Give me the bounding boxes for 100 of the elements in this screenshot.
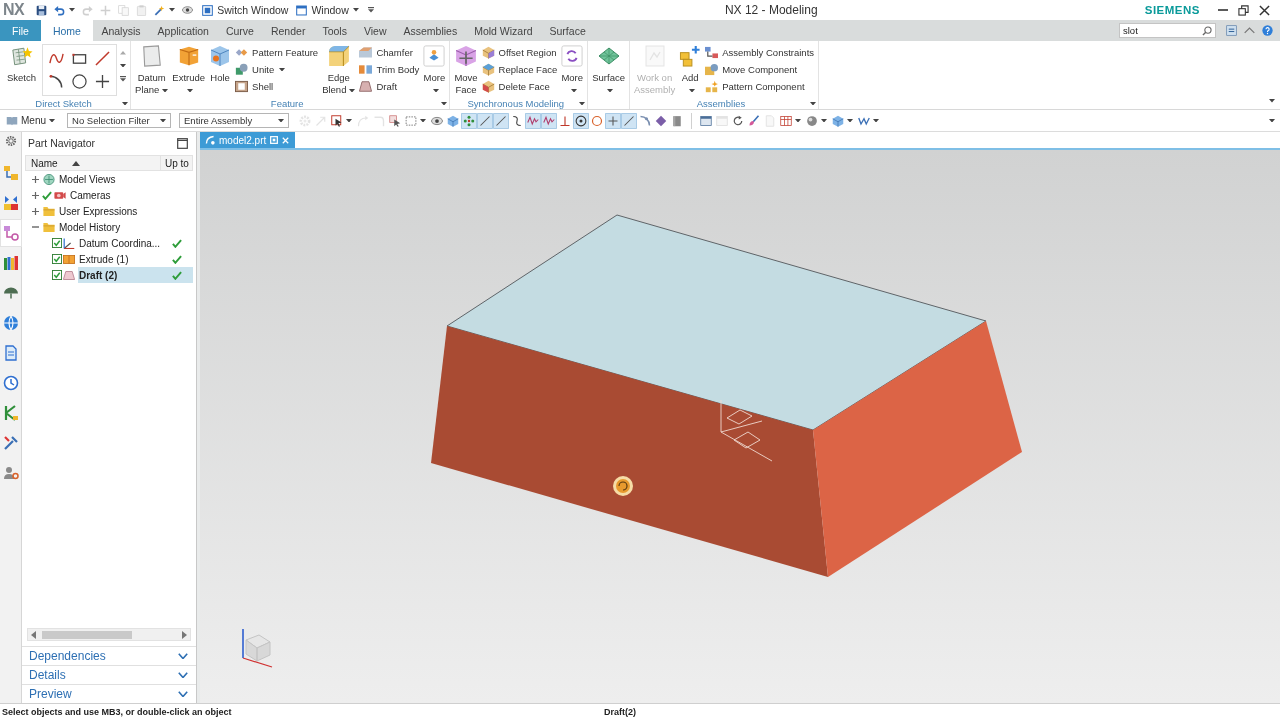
tools-icon[interactable] <box>2 435 19 451</box>
window-icon[interactable] <box>296 4 308 16</box>
globe-icon[interactable] <box>2 315 19 331</box>
restore-icon[interactable] <box>1238 4 1249 16</box>
books-icon[interactable] <box>2 255 19 271</box>
cube-face-icon[interactable] <box>481 80 495 93</box>
search-icon[interactable] <box>1202 25 1212 36</box>
caret-icon[interactable] <box>278 118 284 123</box>
tree-item[interactable]: User Expressions <box>58 203 193 219</box>
scrollbar-thumb[interactable] <box>42 630 132 639</box>
circle-icon[interactable] <box>72 74 88 89</box>
ribbon-tab[interactable]: Assemblies <box>395 20 466 41</box>
constraint-pair-icon[interactable] <box>2 195 19 211</box>
hollow-box-icon[interactable] <box>235 80 249 93</box>
search-field[interactable]: slot <box>1119 23 1216 38</box>
column-header[interactable]: Up to <box>161 155 193 171</box>
caret-icon[interactable] <box>579 101 586 106</box>
chevron-down-icon[interactable] <box>178 690 188 698</box>
expand-icon[interactable] <box>32 207 39 215</box>
eye-icon[interactable] <box>182 6 194 14</box>
caret-icon[interactable] <box>570 88 577 93</box>
small-shapes-icon[interactable] <box>423 45 446 67</box>
caret-icon[interactable] <box>169 8 176 12</box>
chevron-down-icon[interactable] <box>178 671 188 679</box>
caret-icon[interactable] <box>810 101 817 106</box>
ribbon-button[interactable]: Add <box>677 43 704 96</box>
panel-header[interactable]: Details <box>22 665 196 684</box>
caret-icon[interactable] <box>349 88 356 93</box>
magic-wand-icon[interactable] <box>154 4 166 16</box>
tree-item[interactable]: Draft (2) <box>78 267 193 283</box>
part-icon[interactable] <box>205 135 215 145</box>
ribbon-button[interactable]: Move Face <box>452 43 480 96</box>
command-button[interactable]: Move Component <box>703 61 817 78</box>
rectangle-icon[interactable] <box>72 51 88 66</box>
ribbon-button[interactable]: Datum Plane <box>133 43 171 96</box>
caret-icon[interactable] <box>352 8 359 12</box>
ribbon-tab[interactable]: Curve <box>217 20 263 41</box>
component-icon[interactable] <box>705 63 719 76</box>
bar-caret-icon[interactable] <box>367 7 374 13</box>
help-icon[interactable] <box>1262 25 1273 36</box>
caret-icon[interactable] <box>279 67 286 72</box>
command-button[interactable]: Chamfer <box>357 44 422 61</box>
command-button[interactable]: Shell <box>233 78 321 95</box>
caret-icon[interactable] <box>441 101 448 106</box>
person-gear-icon[interactable] <box>2 465 19 481</box>
caret-icon[interactable] <box>432 88 439 93</box>
expand-icon[interactable] <box>32 191 39 199</box>
chevron-up-icon[interactable] <box>1244 27 1255 34</box>
tapered-block-icon[interactable] <box>359 80 373 93</box>
cube-arrows-icon[interactable] <box>455 45 477 67</box>
arrow-right-icon[interactable] <box>182 630 187 639</box>
checkbox[interactable] <box>52 270 62 280</box>
ribbon-tab[interactable]: Mold Wizard <box>465 20 542 41</box>
line-icon[interactable] <box>621 112 637 129</box>
selection-filter-dropdown[interactable]: No Selection Filter <box>67 113 171 128</box>
caret-icon[interactable] <box>120 63 127 68</box>
ribbon-tab[interactable]: Tools <box>313 20 356 41</box>
caret-icon[interactable] <box>873 118 879 123</box>
sketch-sheet-icon[interactable] <box>10 45 33 67</box>
snap-points-icon[interactable] <box>461 112 477 129</box>
ribbon-tab[interactable]: Application <box>149 20 218 41</box>
sort-arrow-icon[interactable] <box>71 160 80 166</box>
caret-icon[interactable] <box>162 88 169 93</box>
maximize-icon[interactable] <box>177 137 188 149</box>
caret-icon[interactable] <box>346 118 352 123</box>
close-icon[interactable] <box>1259 4 1270 16</box>
ribbon-button[interactable]: Surface <box>590 43 627 96</box>
plane-icon[interactable] <box>140 45 163 67</box>
caret-icon[interactable] <box>160 118 166 123</box>
assembly-scope-dropdown[interactable]: Entire Assembly <box>179 113 289 128</box>
checkbox[interactable] <box>52 254 62 264</box>
menu-button[interactable]: Menu <box>6 115 55 126</box>
window-menu-button[interactable]: Window <box>296 3 359 17</box>
panel-header[interactable]: Dependencies <box>22 646 196 665</box>
block-icon[interactable] <box>177 45 200 67</box>
ribbon-button[interactable]: Edge Blend <box>320 43 358 96</box>
wave-icon[interactable] <box>525 112 541 129</box>
column-header[interactable]: Name <box>25 155 161 171</box>
ribbon-tab[interactable]: Render <box>262 20 314 41</box>
caret-icon[interactable] <box>688 88 695 93</box>
caret-icon[interactable] <box>607 88 614 93</box>
clock-icon[interactable] <box>2 375 19 391</box>
chevron-down-icon[interactable] <box>178 652 188 660</box>
circular-arrows-icon[interactable] <box>561 45 584 67</box>
ribbon-tab[interactable]: Home <box>40 20 93 41</box>
square-icon[interactable] <box>270 136 279 144</box>
arc-icon[interactable] <box>49 74 65 89</box>
undo-icon[interactable] <box>54 4 66 16</box>
ribbon-tab[interactable]: Surface <box>541 20 595 41</box>
tree-item[interactable]: Model History <box>58 219 193 235</box>
cube-hole-icon[interactable] <box>209 45 232 67</box>
settings-icon[interactable] <box>4 135 17 147</box>
document-icon[interactable] <box>2 345 19 361</box>
line-icon[interactable] <box>95 51 111 66</box>
command-button[interactable]: Trim Body <box>357 61 422 78</box>
command-button[interactable]: Assembly Constraints <box>703 44 817 61</box>
window-icon[interactable] <box>202 4 214 16</box>
list-window-icon[interactable] <box>1226 25 1237 36</box>
checkbox[interactable] <box>52 238 62 248</box>
split-block-icon[interactable] <box>359 63 373 76</box>
